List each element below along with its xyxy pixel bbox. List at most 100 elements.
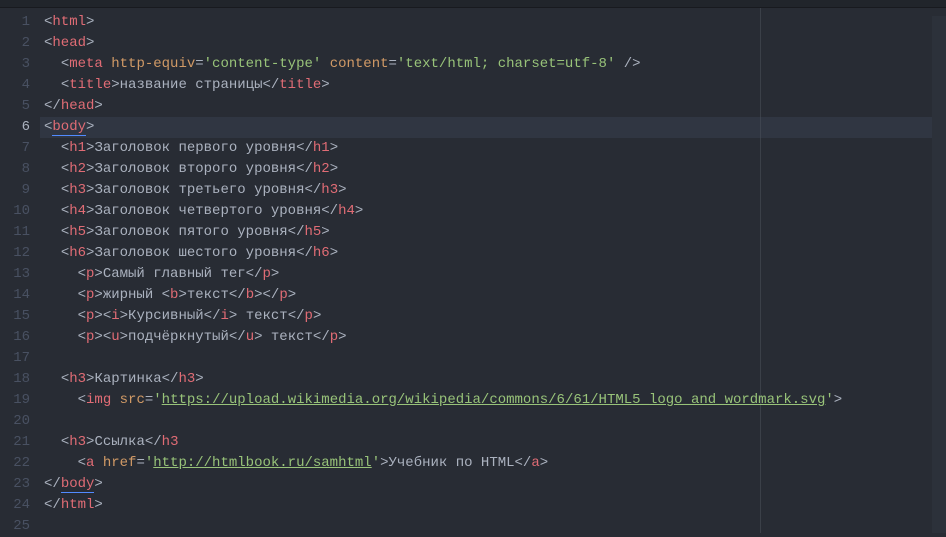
line-number[interactable]: 14 xyxy=(0,285,30,306)
line-number[interactable]: 17 xyxy=(0,348,30,369)
token-p: > xyxy=(178,287,186,303)
token-a: http-equiv xyxy=(111,56,195,72)
line-number[interactable]: 5 xyxy=(0,96,30,117)
token-p: > xyxy=(86,119,94,135)
code-line[interactable]: <h4>Заголовок четвертого уровня</h4> xyxy=(40,201,946,222)
token-t: a xyxy=(531,455,539,471)
code-line[interactable]: <h1>Заголовок первого уровня</h1> xyxy=(40,138,946,159)
line-number[interactable]: 20 xyxy=(0,411,30,432)
code-line[interactable]: <head> xyxy=(40,33,946,54)
token-p: < xyxy=(61,371,69,387)
minimap[interactable] xyxy=(932,16,946,533)
code-line[interactable]: <title>название страницы</title> xyxy=(40,75,946,96)
token-t: head xyxy=(52,35,86,51)
token-tx xyxy=(103,56,111,72)
code-line[interactable]: </body> xyxy=(40,474,946,495)
token-tx xyxy=(615,56,623,72)
line-number[interactable]: 4 xyxy=(0,75,30,96)
code-line[interactable]: <p>жирный <b>текст</b></p> xyxy=(40,285,946,306)
code-line[interactable]: <h3>Заголовок третьего уровня</h3> xyxy=(40,180,946,201)
token-t: h2 xyxy=(69,161,86,177)
token-s: http://htmlbook.ru/samhtml xyxy=(153,455,371,471)
token-p: > xyxy=(94,266,102,282)
token-t: h1 xyxy=(69,140,86,156)
line-number[interactable]: 6 xyxy=(0,117,30,138)
code-line[interactable]: <body> xyxy=(40,117,946,138)
token-t: p xyxy=(330,329,338,345)
code-line[interactable]: </html> xyxy=(40,495,946,516)
token-tx: текст xyxy=(263,329,313,345)
line-number[interactable]: 8 xyxy=(0,159,30,180)
line-number[interactable]: 3 xyxy=(0,54,30,75)
token-p: > xyxy=(321,77,329,93)
token-p: > xyxy=(94,287,102,303)
code-line[interactable]: <img src='https://upload.wikimedia.org/w… xyxy=(40,390,946,411)
token-t: h4 xyxy=(338,203,355,219)
code-line[interactable]: <h3>Картинка</h3> xyxy=(40,369,946,390)
code-line[interactable]: <meta http-equiv='content-type' content=… xyxy=(40,54,946,75)
token-p: < xyxy=(78,308,86,324)
token-t: h1 xyxy=(313,140,330,156)
token-p: > xyxy=(540,455,548,471)
token-p: < xyxy=(61,77,69,93)
token-eq: = xyxy=(145,392,153,408)
token-t: h3 xyxy=(178,371,195,387)
token-p: > xyxy=(271,266,279,282)
token-t: title xyxy=(69,77,111,93)
code-line[interactable]: <h5>Заголовок пятого уровня</h5> xyxy=(40,222,946,243)
code-line[interactable]: <h6>Заголовок шестого уровня</h6> xyxy=(40,243,946,264)
code-line[interactable]: <html> xyxy=(40,12,946,33)
line-number[interactable]: 9 xyxy=(0,180,30,201)
code-line[interactable]: <h3>Ссылка</h3 xyxy=(40,432,946,453)
token-p: < xyxy=(61,56,69,72)
code-line[interactable]: <h2>Заголовок второго уровня</h2> xyxy=(40,159,946,180)
line-number[interactable]: 10 xyxy=(0,201,30,222)
code-line[interactable] xyxy=(40,411,946,432)
code-line[interactable]: <a href='http://htmlbook.ru/samhtml'>Уче… xyxy=(40,453,946,474)
token-a: src xyxy=(120,392,145,408)
token-p: > xyxy=(94,308,102,324)
line-number[interactable]: 11 xyxy=(0,222,30,243)
token-tx: подчёркнутый xyxy=(128,329,229,345)
code-line[interactable]: </head> xyxy=(40,96,946,117)
token-eq: = xyxy=(136,455,144,471)
line-number[interactable]: 7 xyxy=(0,138,30,159)
line-number[interactable]: 1 xyxy=(0,12,30,33)
token-tx: Учебник по HTML xyxy=(389,455,515,471)
line-number[interactable]: 21 xyxy=(0,432,30,453)
token-p: </ xyxy=(288,308,305,324)
token-p: </ xyxy=(296,245,313,261)
line-number[interactable]: 2 xyxy=(0,33,30,54)
code-editor[interactable]: 1234567891011121314151617181920212223242… xyxy=(0,8,946,533)
token-t: body xyxy=(52,119,86,136)
line-number-gutter[interactable]: 1234567891011121314151617181920212223242… xyxy=(0,8,40,533)
token-t: u xyxy=(246,329,254,345)
token-t: i xyxy=(111,308,119,324)
line-number[interactable]: 16 xyxy=(0,327,30,348)
token-tx: Заголовок третьего уровня xyxy=(94,182,304,198)
token-p: </ xyxy=(515,455,532,471)
line-number[interactable]: 23 xyxy=(0,474,30,495)
code-area[interactable]: <html><head> <meta http-equiv='content-t… xyxy=(40,8,946,533)
line-number[interactable]: 22 xyxy=(0,453,30,474)
line-number[interactable]: 19 xyxy=(0,390,30,411)
token-t: h5 xyxy=(304,224,321,240)
line-number[interactable]: 25 xyxy=(0,516,30,537)
token-tx: жирный xyxy=(103,287,162,303)
token-p: < xyxy=(61,245,69,261)
line-number[interactable]: 18 xyxy=(0,369,30,390)
code-line[interactable]: <p><u>подчёркнутый</u> текст</p> xyxy=(40,327,946,348)
line-number[interactable]: 12 xyxy=(0,243,30,264)
line-number[interactable]: 24 xyxy=(0,495,30,516)
code-line[interactable] xyxy=(40,516,946,537)
token-p: </ xyxy=(321,203,338,219)
line-number[interactable]: 15 xyxy=(0,306,30,327)
token-tx: Заголовок шестого уровня xyxy=(94,245,296,261)
code-line[interactable]: <p><i>Курсивный</i> текст</p> xyxy=(40,306,946,327)
code-line[interactable] xyxy=(40,348,946,369)
token-p: </ xyxy=(229,329,246,345)
code-line[interactable]: <p>Самый главный тег</p> xyxy=(40,264,946,285)
token-t: p xyxy=(279,287,287,303)
token-p: > xyxy=(86,14,94,30)
line-number[interactable]: 13 xyxy=(0,264,30,285)
